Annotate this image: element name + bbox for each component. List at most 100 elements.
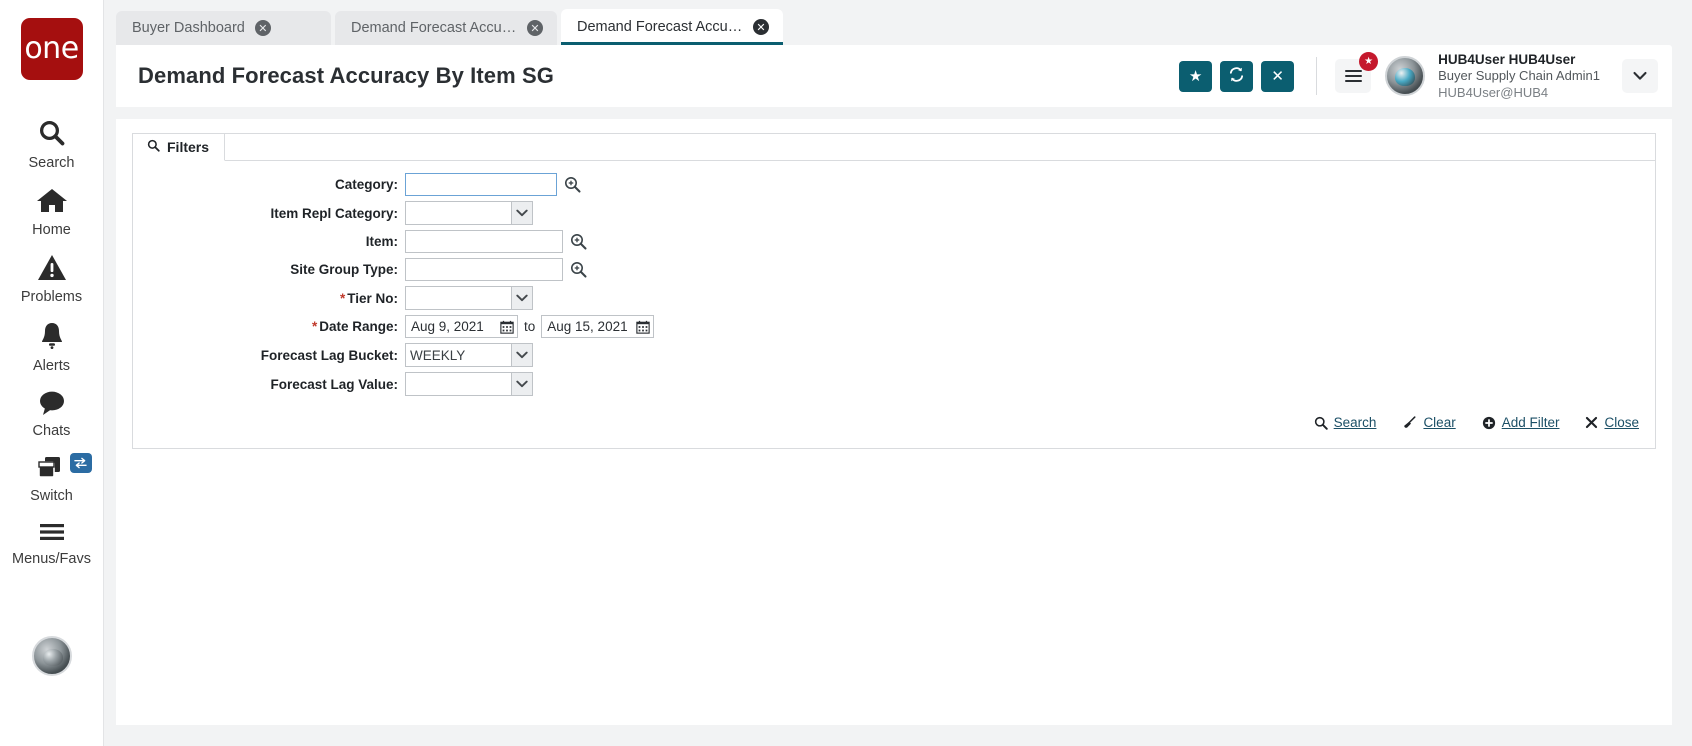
- sidebar-item-label: Problems: [20, 289, 83, 305]
- refresh-button[interactable]: [1220, 60, 1254, 92]
- chat-bubble-icon: [37, 390, 67, 416]
- sidebar-item-alerts[interactable]: Alerts: [0, 309, 104, 378]
- filter-label-tier-no: * Tier No:: [133, 291, 405, 306]
- search-icon: [37, 118, 67, 148]
- close-link[interactable]: Close: [1585, 415, 1639, 430]
- sidebar-item-problems[interactable]: Problems: [0, 242, 104, 309]
- date-to-wrap: [541, 315, 655, 338]
- add-filter-link[interactable]: Add Filter: [1482, 415, 1560, 430]
- filter-label-text: Tier No:: [347, 290, 398, 306]
- sidebar-item-menus-favs[interactable]: Menus/Favs: [0, 508, 104, 571]
- sidebar-item-label: Switch: [30, 488, 73, 504]
- tier-no-select[interactable]: [405, 286, 533, 310]
- content-panel: Filters Category: Item Repl Category: It…: [116, 119, 1672, 725]
- avatar[interactable]: [1385, 56, 1426, 96]
- x-icon: ✕: [1271, 66, 1284, 85]
- item-repl-category-select[interactable]: [405, 201, 533, 225]
- search-icon: [147, 139, 160, 155]
- filter-label-item: Item:: [365, 234, 398, 249]
- sidebar-item-label: Chats: [32, 423, 71, 439]
- swap-arrows-icon[interactable]: [69, 453, 92, 473]
- sidebar-item-home[interactable]: Home: [0, 175, 104, 242]
- filter-label-category: Category:: [334, 177, 398, 192]
- tab-filters[interactable]: Filters: [133, 134, 225, 161]
- sidebar-item-label: Menus/Favs: [12, 551, 91, 567]
- add-filter-link-label: Add Filter: [1501, 415, 1560, 430]
- sidebar-user-avatar[interactable]: [31, 636, 72, 676]
- filter-label-date-range: * Date Range:: [133, 319, 405, 334]
- sidebar-item-search[interactable]: Search: [0, 106, 104, 175]
- filters-card: Filters Category: Item Repl Category: It…: [132, 133, 1656, 449]
- item-lookup-search-icon[interactable]: [570, 233, 587, 250]
- favorite-button[interactable]: ★: [1179, 60, 1213, 92]
- forecast-lag-bucket-select-wrap: WEEKLY: [405, 343, 533, 367]
- filters-body: Category: Item Repl Category: Item: Site…: [133, 161, 1655, 448]
- close-button[interactable]: ✕: [1261, 60, 1295, 92]
- tab-demand-forecast-accuracy-summary[interactable]: Demand Forecast Accuracy Sum... ✕: [335, 11, 557, 45]
- tab-label: Demand Forecast Accuracy Sum...: [351, 20, 517, 36]
- tab-buyer-dashboard[interactable]: Buyer Dashboard ✕: [116, 11, 331, 45]
- filter-row-forecast-lag-bucket: Forecast Lag Bucket: WEEKLY: [133, 343, 1655, 367]
- user-role: Buyer Supply Chain Admin1: [1438, 68, 1600, 83]
- category-input[interactable]: [405, 173, 557, 196]
- item-input[interactable]: [405, 230, 563, 253]
- category-lookup-search-icon[interactable]: [564, 176, 581, 193]
- sidebar-item-label: Alerts: [32, 358, 71, 374]
- hamburger-icon: [1344, 67, 1362, 85]
- star-icon: ★: [1188, 66, 1203, 85]
- user-name: HUB4User HUB4User: [1438, 51, 1576, 67]
- calendar-icon[interactable]: [632, 316, 654, 337]
- star-badge-icon: ★: [1359, 52, 1379, 71]
- sidebar-item-label: Search: [28, 155, 75, 171]
- refresh-icon: [1228, 66, 1245, 86]
- close-circle-icon[interactable]: ✕: [254, 20, 271, 36]
- tier-no-select-wrap: [405, 286, 533, 310]
- page-title: Demand Forecast Accuracy By Item SG: [138, 63, 554, 88]
- broom-icon: [1402, 415, 1417, 430]
- user-menu-chevron-down-icon[interactable]: [1622, 59, 1658, 93]
- forecast-lag-value-select[interactable]: [405, 372, 533, 396]
- search-icon: [1314, 416, 1328, 430]
- app-logo-text: one: [24, 31, 79, 66]
- app-logo[interactable]: one: [20, 18, 83, 80]
- filter-row-item-repl-category: Item Repl Category:: [133, 201, 1655, 225]
- filter-label-forecast-lag-bucket: Forecast Lag Bucket:: [260, 347, 398, 363]
- tab-strip: Buyer Dashboard ✕ Demand Forecast Accura…: [104, 0, 1692, 45]
- header-menu-button[interactable]: ★: [1335, 52, 1379, 93]
- filter-label-text: Date Range:: [319, 319, 398, 334]
- header-action-buttons: ★ ✕: [1179, 60, 1295, 92]
- filter-label-item-repl-category: Item Repl Category:: [270, 205, 398, 221]
- plus-circle-icon: [1482, 416, 1496, 430]
- site-group-type-input[interactable]: [405, 258, 563, 281]
- hamburger-icon: [37, 520, 67, 544]
- required-asterisk: *: [311, 319, 318, 334]
- tab-label: Demand Forecast Accuracy By It...: [577, 19, 743, 35]
- tab-demand-forecast-accuracy-by-item[interactable]: Demand Forecast Accuracy By It... ✕: [561, 9, 783, 45]
- clear-link[interactable]: Clear: [1402, 415, 1456, 430]
- forecast-lag-bucket-select[interactable]: WEEKLY: [405, 343, 533, 367]
- sidebar-item-switch[interactable]: Switch: [0, 443, 104, 508]
- calendar-icon[interactable]: [496, 316, 517, 337]
- close-link-label: Close: [1604, 415, 1639, 430]
- close-circle-icon[interactable]: ✕: [753, 19, 769, 35]
- search-link[interactable]: Search: [1314, 415, 1377, 430]
- left-navigation-rail: one Search Home Problems Alerts Chats Sw…: [0, 0, 104, 746]
- filters-tab-label: Filters: [167, 139, 210, 155]
- forecast-lag-value-select-wrap: [405, 372, 533, 396]
- date-range-separator: to: [524, 319, 536, 334]
- bell-icon: [38, 321, 66, 351]
- main-stage: Buyer Dashboard ✕ Demand Forecast Accura…: [104, 0, 1692, 746]
- close-circle-icon[interactable]: ✕: [527, 20, 543, 36]
- filter-action-links: Search Clear Add Filter Close: [133, 401, 1655, 440]
- search-link-label: Search: [1333, 415, 1377, 430]
- filter-row-site-group-type: Site Group Type:: [133, 258, 1655, 281]
- sidebar-item-label: Home: [32, 222, 71, 238]
- clear-link-label: Clear: [1423, 415, 1456, 430]
- page-header: Demand Forecast Accuracy By Item SG ★ ✕ …: [116, 45, 1672, 107]
- user-info: HUB4User HUB4User Buyer Supply Chain Adm…: [1438, 51, 1600, 102]
- tab-label: Buyer Dashboard: [132, 20, 245, 36]
- x-icon: [1585, 416, 1598, 429]
- site-group-type-lookup-search-icon[interactable]: [570, 261, 587, 278]
- sidebar-item-chats[interactable]: Chats: [0, 378, 104, 443]
- filter-row-category: Category:: [133, 173, 1655, 196]
